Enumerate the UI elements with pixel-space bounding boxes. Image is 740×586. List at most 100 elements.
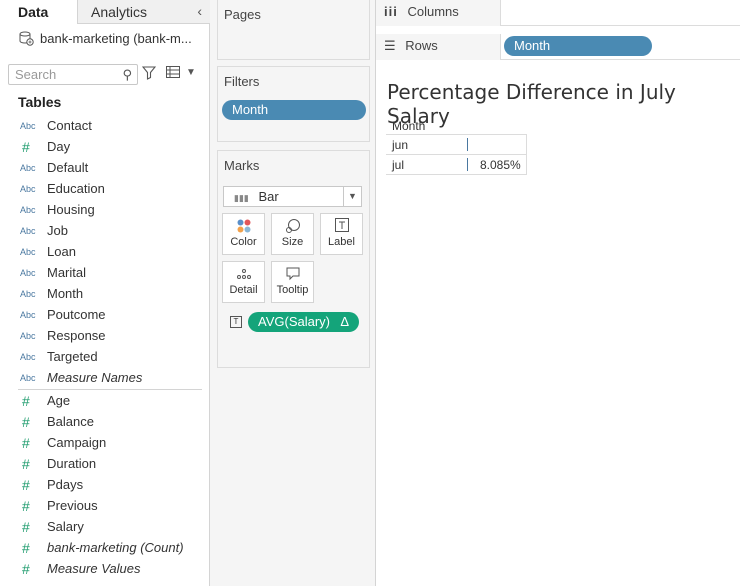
string-type-icon: Abc: [20, 351, 36, 362]
tooltip-button[interactable]: Tooltip: [271, 261, 314, 303]
string-type-icon: Abc: [20, 120, 36, 131]
field-name: Previous: [47, 498, 98, 513]
detail-button[interactable]: Detail: [222, 261, 265, 303]
detail-label: Detail: [229, 284, 258, 296]
color-label: Color: [230, 236, 257, 248]
marks-card: Marks: [217, 150, 370, 368]
size-button[interactable]: Size: [271, 213, 314, 255]
field-campaign[interactable]: # Campaign: [20, 432, 106, 453]
field-education[interactable]: Abc Education: [20, 178, 105, 199]
data-pane: Data Analytics ‹ bank-marketing (bank-m.…: [0, 0, 210, 586]
collapse-pane-icon[interactable]: ‹: [197, 3, 202, 19]
pane-tabs: Data Analytics ‹: [0, 0, 210, 24]
field-day[interactable]: # Day: [20, 136, 70, 157]
field-response[interactable]: Abc Response: [20, 325, 106, 346]
size-icon: [272, 214, 313, 236]
measure-pill-avg-salary[interactable]: AVG(Salary) Δ: [248, 312, 359, 332]
rows-label: Rows: [405, 38, 438, 53]
color-button[interactable]: Color: [222, 213, 265, 255]
bar-mark-jun[interactable]: [467, 138, 468, 151]
rows-pill-month[interactable]: Month: [504, 36, 652, 56]
field-salary[interactable]: # Salary: [20, 516, 84, 537]
table-rule: [386, 154, 527, 155]
search-input[interactable]: Search ⚲: [8, 64, 138, 85]
size-label: Size: [281, 236, 304, 248]
field-poutcome[interactable]: Abc Poutcome: [20, 304, 106, 325]
field-name: Marital: [47, 265, 87, 280]
row-label-jun[interactable]: jun: [392, 138, 408, 152]
field-measure-values[interactable]: # Measure Values: [20, 558, 140, 579]
field-age[interactable]: # Age: [20, 390, 70, 411]
pages-card[interactable]: Pages: [217, 0, 370, 60]
field-month[interactable]: Abc Month: [20, 283, 83, 304]
label-mark-icon: T: [230, 316, 242, 328]
mark-type-value: Bar: [258, 189, 279, 204]
field-marital[interactable]: Abc Marital: [20, 262, 86, 283]
datasource-name: bank-marketing (bank-m...: [40, 30, 192, 46]
string-type-icon: Abc: [20, 183, 36, 194]
field-name: Day: [47, 139, 71, 154]
field-previous[interactable]: # Previous: [20, 495, 98, 516]
field-loan[interactable]: Abc Loan: [20, 241, 76, 262]
number-type-icon: #: [22, 138, 30, 155]
field-housing[interactable]: Abc Housing: [20, 199, 95, 220]
field-default[interactable]: Abc Default: [20, 157, 88, 178]
field-targeted[interactable]: Abc Targeted: [20, 346, 98, 367]
mark-type-dropdown[interactable]: ▮▮▮ Bar ▼: [223, 186, 362, 207]
label-icon: [321, 214, 362, 236]
rows-shelf[interactable]: ☰ Rows Month: [376, 34, 740, 60]
field-name: Default: [47, 160, 89, 175]
field-name: Pdays: [47, 477, 84, 492]
filters-title: Filters: [224, 74, 260, 89]
datasource-icon: [19, 31, 34, 46]
field-bank-marketing-count[interactable]: # bank-marketing (Count): [20, 537, 184, 558]
tooltip-label: Tooltip: [276, 284, 309, 296]
field-job[interactable]: Abc Job: [20, 220, 68, 241]
search-placeholder: Search: [15, 67, 57, 82]
number-type-icon: #: [22, 497, 30, 514]
number-type-icon: #: [22, 518, 30, 535]
view-options[interactable]: ▼: [166, 66, 196, 78]
chevron-down-icon: ▼: [186, 66, 196, 78]
number-type-icon: #: [22, 476, 30, 493]
value-jul: 8.085%: [480, 158, 521, 172]
field-name: Response: [47, 328, 106, 343]
field-name: Month: [47, 286, 84, 301]
string-type-icon: Abc: [20, 288, 36, 299]
rows-icon: ☰: [384, 38, 396, 53]
datasource-item[interactable]: bank-marketing (bank-m...: [18, 30, 208, 46]
table-rule: [386, 174, 527, 175]
tab-analytics[interactable]: Analytics ‹: [77, 0, 210, 24]
field-name: Contact: [47, 118, 92, 133]
row-label-jul[interactable]: jul: [392, 158, 404, 172]
string-type-icon: Abc: [20, 330, 36, 341]
field-measure-names[interactable]: Abc Measure Names: [20, 367, 142, 388]
number-type-icon: #: [22, 560, 30, 577]
tab-analytics-label: Analytics: [91, 4, 148, 20]
month-header: Month: [392, 119, 426, 133]
field-duration[interactable]: # Duration: [20, 453, 96, 474]
rows-shelf-label: ☰ Rows: [376, 34, 501, 60]
table-edge: [526, 134, 527, 174]
search-icon: ⚲: [122, 67, 132, 82]
tooltip-icon: [272, 262, 313, 284]
field-balance[interactable]: # Balance: [20, 411, 94, 432]
field-name: Salary: [47, 519, 84, 534]
tab-data[interactable]: Data: [0, 0, 77, 24]
filter-icon[interactable]: [142, 66, 156, 80]
filters-card[interactable]: Filters Month: [217, 66, 370, 142]
field-name: Housing: [47, 202, 95, 217]
field-name: Duration: [47, 456, 97, 471]
string-type-icon: Abc: [20, 267, 36, 278]
detail-icon: [223, 262, 264, 284]
bar-mark-jul[interactable]: [467, 158, 468, 171]
field-name: Targeted: [47, 349, 98, 364]
string-type-icon: Abc: [20, 225, 36, 236]
field-contact[interactable]: Abc Contact: [20, 115, 92, 136]
label-button[interactable]: Label: [320, 213, 363, 255]
delta-icon: Δ: [340, 314, 349, 329]
field-pdays[interactable]: # Pdays: [20, 474, 83, 495]
string-type-icon: Abc: [20, 246, 36, 257]
columns-shelf[interactable]: iii Columns: [376, 0, 740, 26]
filter-pill-month[interactable]: Month: [222, 100, 366, 120]
